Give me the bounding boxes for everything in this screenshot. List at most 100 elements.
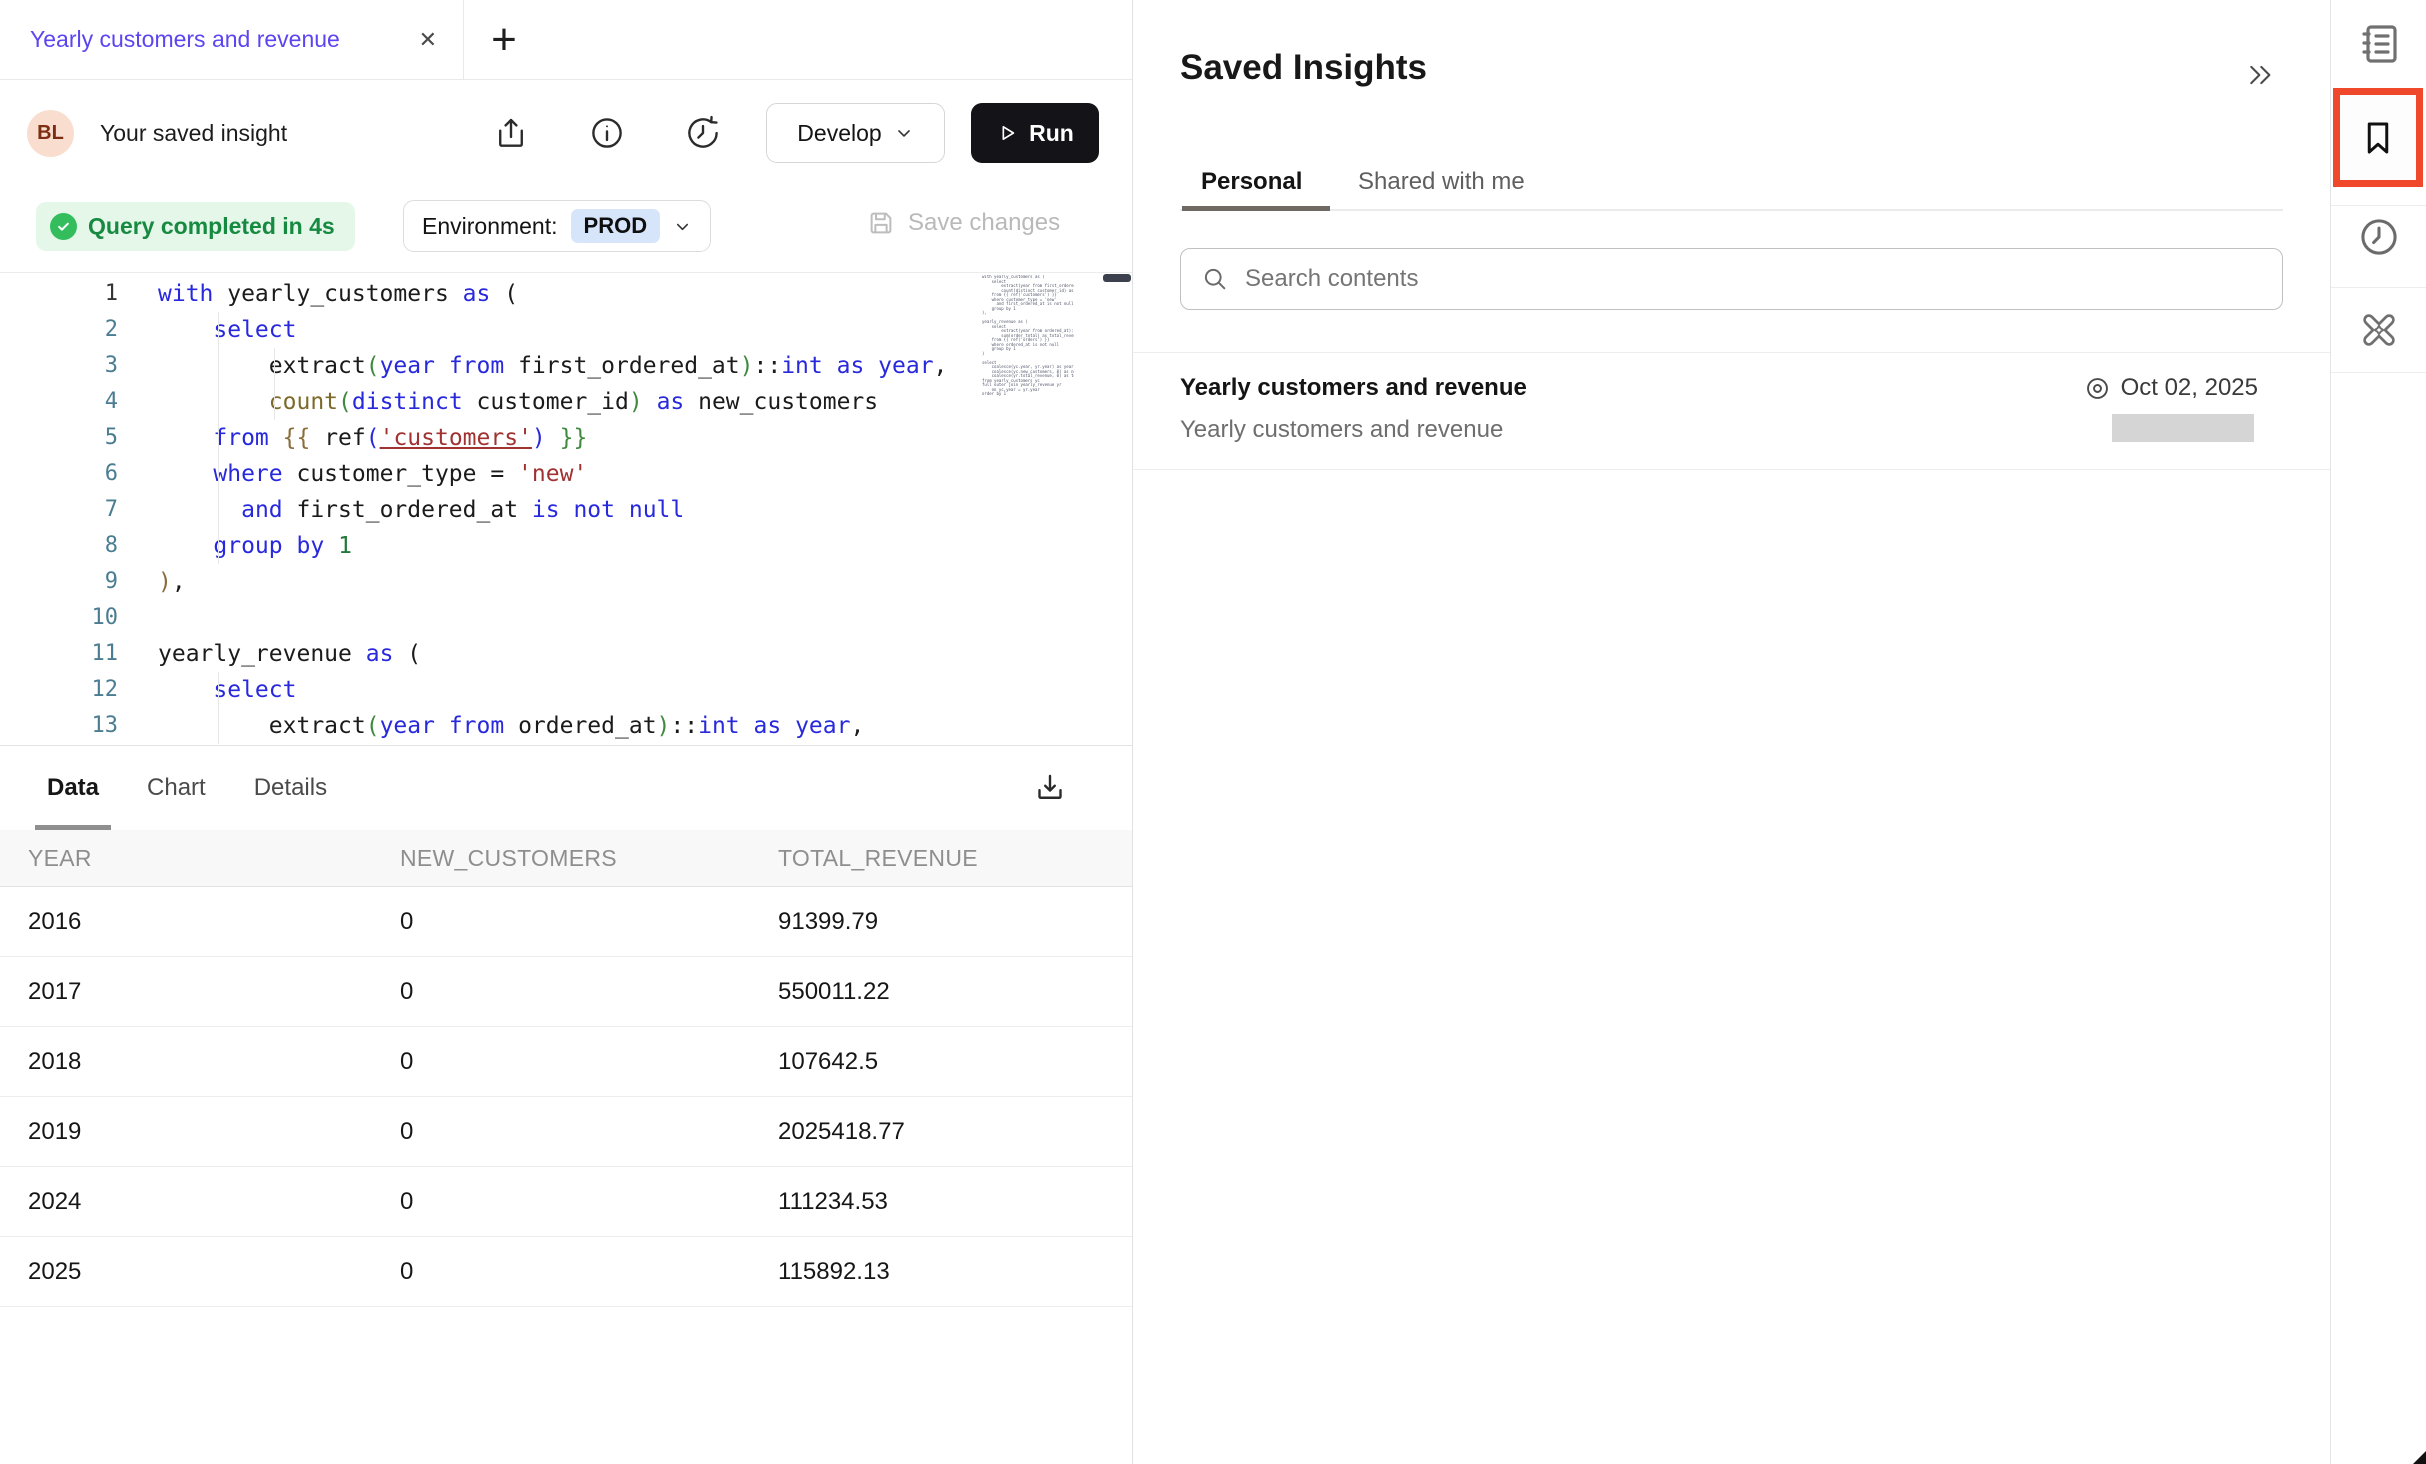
save-changes-button[interactable]: Save changes [866,208,1060,238]
code-line[interactable]: 6 where customer_type = 'new' [0,456,1132,492]
table-cell: 111234.53 [750,1188,1132,1216]
notebook-icon[interactable] [2355,20,2403,68]
insight-title: Yearly customers and revenue [1180,374,1527,402]
line-number: 3 [0,348,118,384]
line-number: 2 [0,312,118,348]
loading-skeleton [2112,414,2254,442]
bookmarks-rail-button[interactable] [2333,88,2423,187]
code-line[interactable]: 4 count(distinct customer_id) as new_cus… [0,384,1132,420]
environment-select[interactable]: Environment: PROD [403,200,711,252]
line-number: 9 [0,564,118,600]
query-status-text: Query completed in 4s [88,213,335,240]
line-number: 10 [0,600,118,636]
clock-icon[interactable] [2356,214,2402,260]
insight-header: BL Your saved insight Develop Run [0,80,1132,186]
tab-data[interactable]: Data [35,746,111,830]
avatar: BL [27,110,74,157]
table-cell: 0 [372,1188,750,1216]
indent-guide [218,312,219,564]
dbt-icon[interactable] [2355,306,2403,354]
table-cell: 91399.79 [750,908,1132,936]
environment-value-chip: PROD [571,209,661,243]
run-button[interactable]: Run [971,103,1099,163]
table-cell: 2018 [0,1048,372,1076]
indent-guide [218,672,219,744]
results-tab-bar: Data Chart Details [0,746,1132,830]
code-line[interactable]: 13 extract(year from ordered_at)::int as… [0,708,1132,744]
visibility-icon [2084,375,2111,402]
minimap[interactable]: with yearly_customers as ( select extrac… [982,275,1074,397]
status-bar: Query completed in 4s Environment: PROD … [0,186,1132,272]
app: Yearly customers and revenue ✕ + BL Your… [0,0,2426,1464]
share-icon[interactable] [492,114,530,152]
check-icon [50,213,77,240]
code-line[interactable]: 11yearly_revenue as ( [0,636,1132,672]
table-row[interactable]: 201902025418.77 [0,1097,1132,1167]
new-tab-button[interactable]: + [464,0,544,79]
search-icon [1201,265,1229,293]
save-changes-label: Save changes [908,209,1060,237]
line-number: 1 [0,276,118,312]
search-input[interactable] [1245,265,2262,293]
code-line[interactable]: 7 and first_ordered_at is not null [0,492,1132,528]
table-cell: 2016 [0,908,372,936]
code-line[interactable]: 9), [0,564,1132,600]
column-header: TOTAL_REVENUE [750,845,1132,872]
insight-meta: Oct 02, 2025 [2084,374,2258,402]
bookmark-icon [2357,117,2399,159]
tab-chart[interactable]: Chart [135,746,218,830]
tab-shared-with-me[interactable]: Shared with me [1358,168,1525,196]
insight-header-title: Your saved insight [100,120,287,147]
table-row[interactable]: 2016091399.79 [0,887,1132,957]
results-table-header: YEARNEW_CUSTOMERSTOTAL_REVENUE [0,830,1132,887]
history-icon[interactable] [684,114,722,152]
resize-corner [2413,1451,2426,1464]
scrollbar-thumb[interactable] [1103,274,1131,282]
line-number: 5 [0,420,118,456]
line-number: 6 [0,456,118,492]
tabs-divider [1180,209,2283,211]
code-line[interactable]: 8 group by 1 [0,528,1132,564]
line-number: 7 [0,492,118,528]
table-row[interactable]: 20250115892.13 [0,1237,1132,1307]
download-icon[interactable] [1032,770,1068,806]
indent-guide [274,348,275,420]
tab-yearly-customers[interactable]: Yearly customers and revenue ✕ [0,0,464,79]
close-icon[interactable]: ✕ [419,27,437,53]
saved-insight-item[interactable]: Yearly customers and revenue Oct 02, 202… [1133,352,2330,470]
tab-personal[interactable]: Personal [1201,168,1302,196]
develop-button[interactable]: Develop [766,103,945,163]
query-status-badge: Query completed in 4s [36,202,355,251]
minimap-code: with yearly_customers as ( select extrac… [982,275,1074,397]
table-cell: 2024 [0,1188,372,1216]
sql-editor[interactable]: 1with yearly_customers as (2 select3 ext… [0,272,1132,746]
table-row[interactable]: 20240111234.53 [0,1167,1132,1237]
table-cell: 0 [372,908,750,936]
rail-divider [2331,205,2426,206]
column-header: YEAR [0,845,372,872]
tab-details[interactable]: Details [242,746,339,830]
results-table-body: 2016091399.7920170550011.2220180107642.5… [0,887,1132,1307]
table-cell: 2019 [0,1118,372,1146]
code-line[interactable]: 2 select [0,312,1132,348]
table-cell: 0 [372,1048,750,1076]
workspace-panel: Yearly customers and revenue ✕ + BL Your… [0,0,1133,1464]
collapse-panel-icon[interactable] [2245,60,2275,90]
info-icon[interactable] [588,114,626,152]
code-line[interactable]: 5 from {{ ref('customers') }} [0,420,1132,456]
code-line[interactable]: 10 [0,600,1132,636]
table-row[interactable]: 20180107642.5 [0,1027,1132,1097]
table-cell: 0 [372,1258,750,1286]
table-cell: 2025 [0,1258,372,1286]
tab-title: Yearly customers and revenue [30,26,403,53]
saved-insights-panel: Saved Insights Personal Shared with me Y… [1133,0,2330,1464]
code-line[interactable]: 3 extract(year from first_ordered_at)::i… [0,348,1132,384]
table-row[interactable]: 20170550011.22 [0,957,1132,1027]
code-line[interactable]: 1with yearly_customers as ( [0,276,1132,312]
develop-label: Develop [797,120,881,147]
right-rail [2330,0,2426,1464]
table-cell: 2017 [0,978,372,1006]
play-icon [996,122,1018,144]
search-box[interactable] [1180,248,2283,310]
code-line[interactable]: 12 select [0,672,1132,708]
